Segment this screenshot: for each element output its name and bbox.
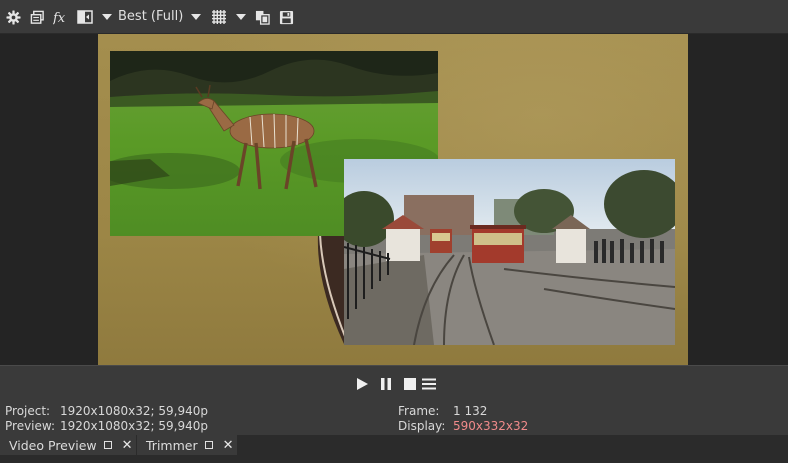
quality-dropdown[interactable]: Best (Full) [118, 9, 183, 24]
project-value: 1920x1080x32; 59,940p [60, 404, 209, 418]
preview-settings-icon[interactable] [29, 8, 45, 26]
save-snapshot-icon[interactable] [278, 8, 294, 26]
preview-label: Preview: [5, 419, 56, 433]
quality-chevron-down-icon[interactable] [191, 14, 201, 20]
window-tabs: Video Preview ✕ Trimmer ✕ [0, 435, 788, 463]
grid-dropdown-icon[interactable] [236, 14, 246, 20]
frame-value: 1 132 [453, 404, 488, 418]
close-icon[interactable]: ✕ [223, 439, 234, 452]
maximize-icon[interactable] [204, 441, 213, 449]
video-frame [98, 34, 688, 365]
project-info-panel: Project: 1920x1080x32; 59,940p Preview: … [0, 401, 788, 435]
cable-car-video-clip[interactable] [344, 159, 675, 345]
gear-icon[interactable] [5, 8, 21, 26]
split-screen-icon[interactable] [77, 8, 93, 26]
maximize-icon[interactable] [103, 441, 112, 449]
display-value: 590x332x32 [453, 419, 529, 433]
transport-controls [0, 365, 788, 401]
copy-snapshot-icon[interactable] [254, 8, 270, 26]
frame-label: Frame: [398, 404, 440, 418]
tab-trimmer-label: Trimmer [146, 437, 198, 453]
preview-toolbar: fx Best (Full) [0, 0, 788, 34]
split-screen-dropdown-icon[interactable] [102, 14, 112, 20]
menu-icon[interactable] [422, 376, 436, 390]
tab-trimmer[interactable]: Trimmer ✕ [137, 435, 237, 455]
preview-area[interactable] [0, 34, 788, 365]
play-icon[interactable] [355, 376, 369, 390]
pause-icon[interactable] [379, 376, 393, 390]
tab-video-preview[interactable]: Video Preview ✕ [0, 435, 136, 455]
stop-icon[interactable] [403, 376, 417, 390]
tab-video-preview-label: Video Preview [9, 437, 97, 453]
video-preview-window: fx Best (Full) Project: 1920x1080x32; 59… [0, 0, 788, 463]
display-label: Display: [398, 419, 446, 433]
close-icon[interactable]: ✕ [122, 439, 133, 452]
svg-text:fx: fx [53, 11, 66, 25]
project-label: Project: [5, 404, 51, 418]
preview-value: 1920x1080x32; 59,940p [60, 419, 209, 433]
grid-overlay-icon[interactable] [211, 8, 227, 26]
fx-icon[interactable]: fx [53, 8, 69, 26]
